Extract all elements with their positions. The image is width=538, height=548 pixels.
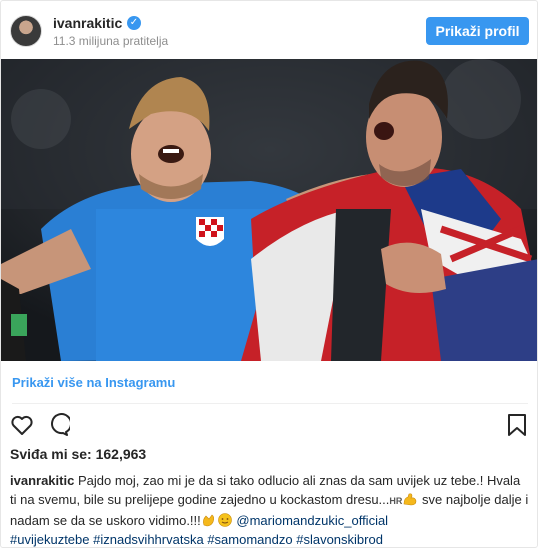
view-more-link[interactable]: Prikaži više na Instagramu	[12, 375, 175, 390]
hashtag-link[interactable]: #samomandzo	[207, 532, 292, 547]
post-photo[interactable]	[1, 59, 537, 361]
follower-count: 11.3 milijuna pratitelja	[53, 34, 169, 48]
like-heart-icon[interactable]	[10, 413, 34, 437]
post-caption: ivanrakitic Pajdo moj, zao mi je da si t…	[10, 471, 530, 547]
username[interactable]: ivanrakitic	[53, 15, 122, 31]
caption-username[interactable]: ivanrakitic	[10, 473, 74, 488]
divider	[12, 403, 528, 404]
view-profile-button[interactable]: Prikaži profil	[426, 17, 529, 45]
hashtag-link[interactable]: #slavonskibrod	[296, 532, 383, 547]
avatar[interactable]	[10, 15, 42, 47]
verified-badge-icon: ✓	[127, 16, 141, 30]
post-header: ivanrakitic ✓ 11.3 milijuna pratitelja P…	[1, 1, 537, 59]
clapping-hands-icon	[202, 514, 214, 527]
like-count[interactable]: Sviđa mi se: 162,963	[10, 446, 146, 462]
blush-face-icon	[217, 513, 232, 527]
hr-flag: HR	[389, 496, 403, 506]
mention-link[interactable]: @mariomandzukic_official	[236, 513, 388, 528]
hashtag-link[interactable]: #uvijekuztebe	[10, 532, 90, 547]
flexed-arm-icon	[404, 493, 417, 506]
hashtag-link[interactable]: #iznadsvihhrvatska	[93, 532, 204, 547]
instagram-embed: ivanrakitic ✓ 11.3 milijuna pratitelja P…	[0, 0, 538, 548]
comment-bubble-icon[interactable]	[46, 413, 73, 437]
bookmark-icon[interactable]	[506, 413, 528, 437]
